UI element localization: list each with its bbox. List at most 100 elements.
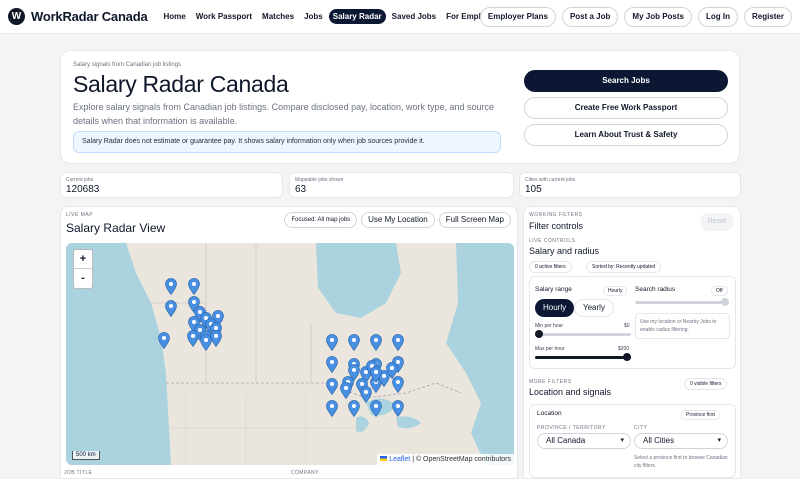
salary-radius-title: Salary and radius bbox=[529, 246, 600, 256]
min-slider-handle[interactable] bbox=[535, 330, 543, 338]
login-button[interactable]: Log In bbox=[697, 7, 738, 27]
zoom-in-button[interactable]: + bbox=[74, 250, 92, 269]
map-marker-icon[interactable] bbox=[158, 332, 170, 350]
hourly-tag: Hourly bbox=[603, 286, 628, 296]
radius-slider-track[interactable] bbox=[635, 301, 729, 304]
map-caption: LIVE MAP bbox=[66, 212, 94, 218]
stat-value: 105 bbox=[525, 184, 542, 195]
brand-logo[interactable]: W WorkRadar Canada bbox=[8, 8, 148, 25]
reset-button[interactable]: Reset bbox=[699, 213, 734, 231]
working-filters-caption: WORKING FILTERS bbox=[529, 212, 583, 218]
map-marker-icon[interactable] bbox=[386, 362, 398, 380]
map-toolbar: Focused: All map jobs Use My Location Fu… bbox=[284, 212, 511, 228]
radius-off-tag: Off bbox=[711, 286, 728, 296]
nav-home[interactable]: Home bbox=[160, 9, 190, 24]
full-screen-map-button[interactable]: Full Screen Map bbox=[438, 212, 511, 228]
more-filters-caption: MORE FILTERS bbox=[529, 379, 572, 385]
stat-value: 120683 bbox=[66, 184, 100, 195]
salary-range-label: Salary range bbox=[535, 286, 572, 293]
active-filters-chip: 0 active filters bbox=[529, 261, 572, 273]
map-marker-icon[interactable] bbox=[392, 334, 404, 352]
radius-hint: Use my location or Nearby Jobs to enable… bbox=[635, 313, 730, 339]
map-title: Salary Radar View bbox=[66, 221, 166, 235]
stat-cities: Cities with current jobs 105 bbox=[519, 172, 741, 198]
min-label: Min per hour bbox=[535, 323, 564, 329]
live-controls-caption: LIVE CONTROLS bbox=[529, 238, 576, 244]
hero-description: Explore salary signals from Canadian job… bbox=[73, 102, 495, 126]
page-title: Salary Radar Canada bbox=[73, 71, 289, 97]
create-work-passport-button[interactable]: Create Free Work Passport bbox=[524, 97, 728, 119]
salary-map[interactable]: + - 500 km Leaflet | © OpenStreetMap con… bbox=[66, 243, 514, 465]
nav-jobs[interactable]: Jobs bbox=[300, 9, 327, 24]
use-my-location-button[interactable]: Use My Location bbox=[361, 212, 435, 228]
map-marker-icon[interactable] bbox=[326, 356, 338, 374]
max-slider-handle[interactable] bbox=[623, 353, 631, 361]
hourly-toggle[interactable]: Hourly bbox=[535, 299, 575, 317]
max-slider-track[interactable] bbox=[535, 356, 631, 359]
map-marker-icon[interactable] bbox=[370, 334, 382, 352]
min-slider-track[interactable] bbox=[535, 333, 631, 336]
nav-actions: Employer Plans Post a Job My Job Posts L… bbox=[479, 7, 792, 27]
map-marker-icon[interactable] bbox=[392, 400, 404, 418]
employer-plans-button[interactable]: Employer Plans bbox=[479, 7, 556, 27]
nav-saved-jobs[interactable]: Saved Jobs bbox=[388, 9, 440, 24]
city-label: CITY bbox=[634, 425, 648, 431]
nav-salary-radar[interactable]: Salary Radar bbox=[328, 9, 386, 24]
map-basemap bbox=[66, 243, 514, 465]
map-focus-chip[interactable]: Focused: All map jobs bbox=[284, 212, 358, 228]
max-value: $200 bbox=[618, 346, 630, 352]
map-attribution: Leaflet | © OpenStreetMap contributors bbox=[377, 454, 514, 465]
max-label: Max per hour bbox=[535, 346, 565, 352]
city-hint: Select a province first to browse Canadi… bbox=[634, 455, 728, 469]
yearly-toggle[interactable]: Yearly bbox=[574, 299, 614, 317]
leaflet-link[interactable]: Leaflet bbox=[389, 456, 410, 463]
job-title-label: JOB TITLE bbox=[64, 470, 93, 476]
flag-icon bbox=[380, 456, 388, 461]
stat-label: Current jobs bbox=[66, 177, 94, 183]
stat-label: Cities with current jobs bbox=[525, 177, 576, 183]
sort-chip[interactable]: Sorted by: Recently updated bbox=[586, 261, 662, 273]
map-marker-icon[interactable] bbox=[326, 400, 338, 418]
search-radius-label: Search radius bbox=[635, 286, 676, 293]
map-marker-icon[interactable] bbox=[188, 278, 200, 296]
map-marker-icon[interactable] bbox=[340, 382, 352, 400]
map-marker-icon[interactable] bbox=[165, 278, 177, 296]
salary-notice: Salary Radar does not estimate or guaran… bbox=[73, 131, 501, 153]
map-panel: LIVE MAP Salary Radar View Focused: All … bbox=[60, 206, 518, 479]
zoom-out-button[interactable]: - bbox=[74, 269, 92, 288]
nav-links: Home Work Passport Matches Jobs Salary R… bbox=[160, 9, 507, 24]
filter-controls-title: Filter controls bbox=[529, 221, 584, 231]
register-button[interactable]: Register bbox=[743, 7, 792, 27]
location-label: Location bbox=[537, 410, 562, 417]
map-marker-icon[interactable] bbox=[360, 386, 372, 404]
search-jobs-button[interactable]: Search Jobs bbox=[524, 70, 728, 92]
top-nav: W WorkRadar Canada Home Work Passport Ma… bbox=[0, 0, 800, 34]
hero-eyebrow: Salary signals from Canadian job listing… bbox=[73, 62, 182, 68]
city-select[interactable]: All Cities ▾ bbox=[634, 433, 728, 449]
map-marker-icon[interactable] bbox=[326, 378, 338, 396]
trust-safety-button[interactable]: Learn About Trust & Safety bbox=[524, 124, 728, 146]
my-job-posts-button[interactable]: My Job Posts bbox=[624, 7, 692, 27]
company-label: COMPANY bbox=[291, 470, 319, 476]
map-marker-icon[interactable] bbox=[187, 330, 199, 348]
chevron-down-icon: ▾ bbox=[717, 437, 721, 444]
radius-slider-handle[interactable] bbox=[721, 298, 729, 306]
location-signals-title: Location and signals bbox=[529, 387, 612, 397]
province-label: PROVINCE / TERRITORY bbox=[537, 425, 606, 431]
osm-attribution: | © OpenStreetMap contributors bbox=[412, 456, 511, 463]
stat-current-jobs: Current jobs 120683 bbox=[60, 172, 283, 198]
nav-matches[interactable]: Matches bbox=[258, 9, 298, 24]
map-marker-icon[interactable] bbox=[348, 334, 360, 352]
post-job-button[interactable]: Post a Job bbox=[561, 7, 619, 27]
map-marker-icon[interactable] bbox=[165, 300, 177, 318]
map-marker-icon[interactable] bbox=[370, 366, 382, 384]
location-card: Location Province first PROVINCE / TERRI… bbox=[529, 404, 736, 478]
city-select-value: All Cities bbox=[643, 436, 675, 445]
province-select[interactable]: All Canada ▾ bbox=[537, 433, 631, 449]
map-marker-icon[interactable] bbox=[348, 400, 360, 418]
nav-work-passport[interactable]: Work Passport bbox=[192, 9, 256, 24]
map-marker-icon[interactable] bbox=[326, 334, 338, 352]
zoom-control: + - bbox=[73, 249, 93, 289]
province-first-tag: Province first bbox=[681, 410, 720, 420]
map-marker-icon[interactable] bbox=[200, 334, 212, 352]
